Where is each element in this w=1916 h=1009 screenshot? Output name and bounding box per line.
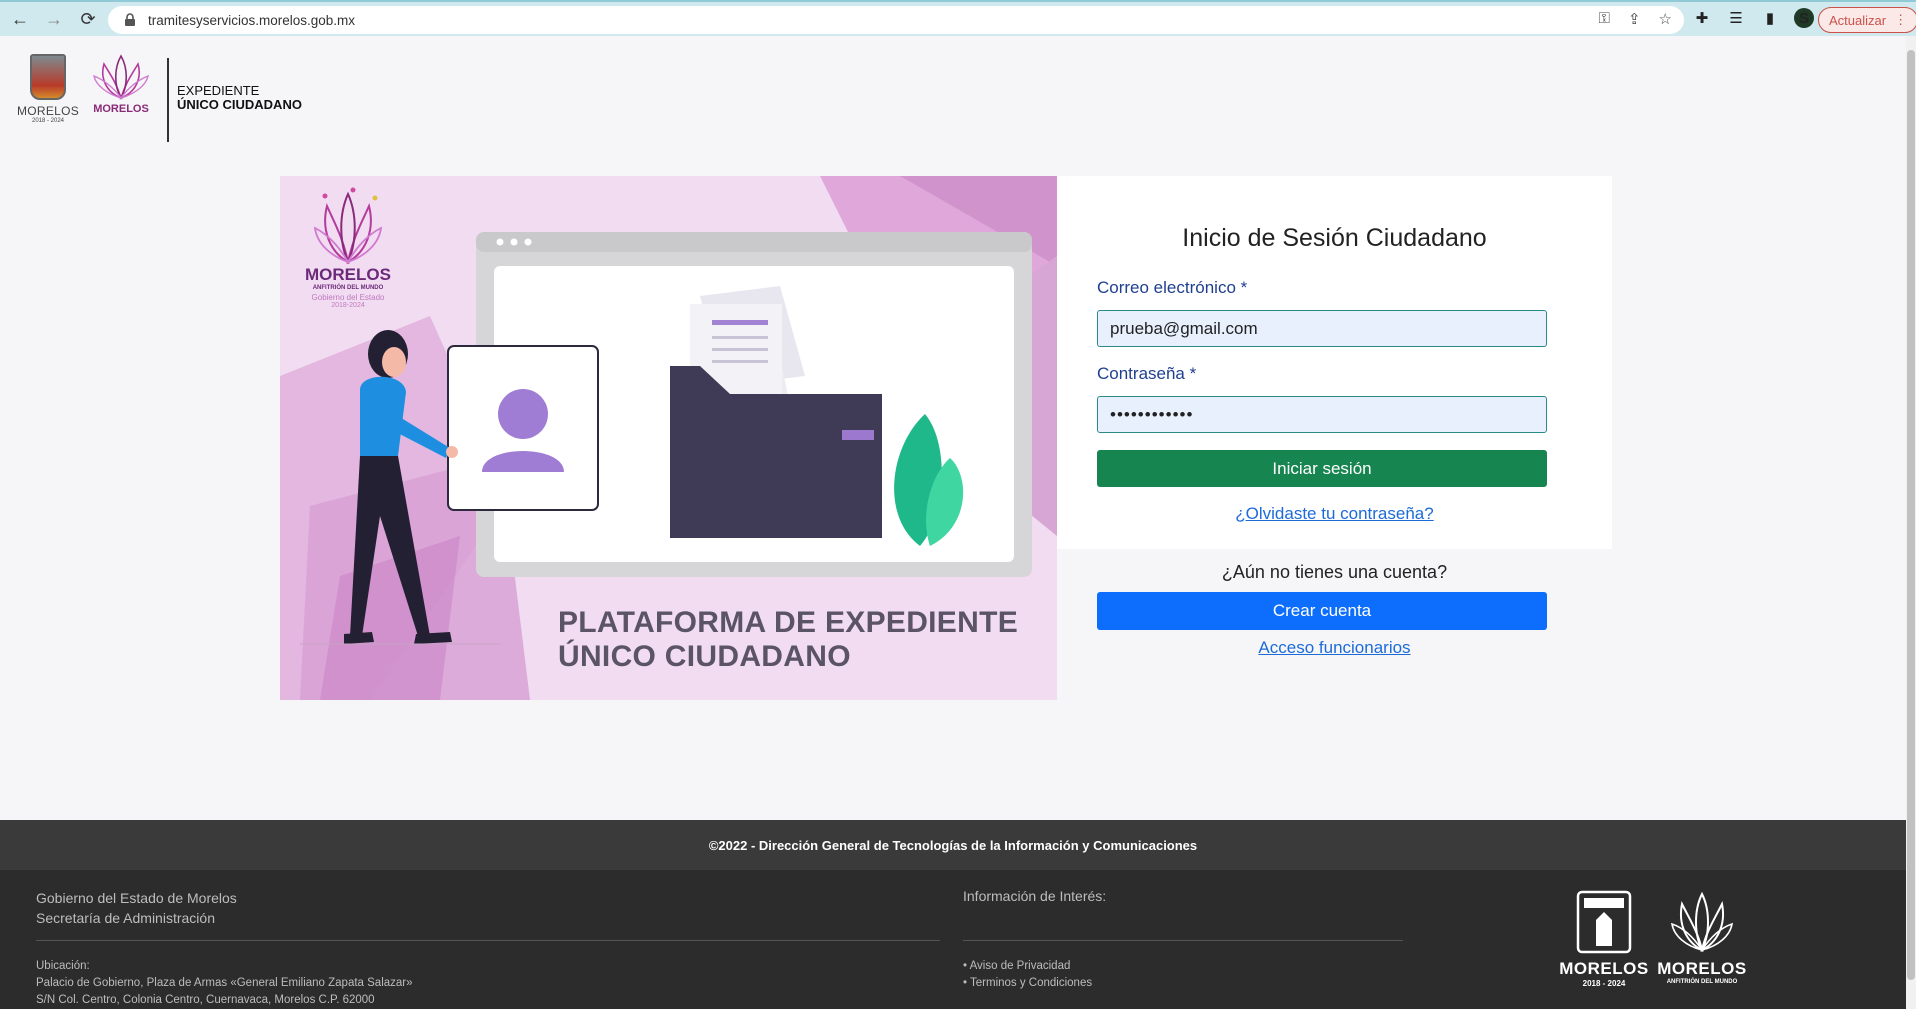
copyright-text: ©2022 - Dirección General de Tecnologías… (708, 837, 1198, 853)
login-title: Inicio de Sesión Ciudadano (1182, 224, 1487, 252)
footer-org: Gobierno del Estado de Morelos Secretarí… (36, 888, 237, 928)
state-logo-years: 2018 - 2024 (31, 118, 65, 124)
location-line2: S/N Col. Centro, Colonia Centro, Cuernav… (36, 994, 375, 1006)
morelos-flower-logo: MORELOS (92, 52, 150, 115)
flower-logo-name: MORELOS (93, 103, 149, 115)
state-shield-icon (30, 54, 66, 100)
footer-divider-right (963, 940, 1403, 941)
bookmark-star-icon[interactable]: ☆ (1659, 10, 1672, 28)
location-line1: Palacio de Gobierno, Plaza de Armas «Gen… (36, 977, 413, 989)
address-bar[interactable]: tramitesyservicios.morelos.gob.mx ⚿ ⇪ ☆ (108, 6, 1684, 34)
illustration-logo-name: MORELOS (305, 265, 391, 284)
footer-org-line2: Secretaría de Administración (36, 910, 215, 926)
header-title: EXPEDIENTE ÚNICO CIUDADANO (177, 84, 302, 112)
footer-location: Ubicación: Palacio de Gobierno, Plaza de… (36, 958, 413, 1009)
terms-link[interactable]: • Terminos y Condiciones (963, 975, 1092, 992)
illustration-logo-tagline: ANFITRIÓN DEL MUNDO (312, 285, 384, 291)
reload-icon[interactable]: ⟳ (74, 5, 102, 33)
footer-logo2-tagline: ANFITRIÓN DEL MUNDO (1666, 979, 1738, 985)
footer-info-title: Información de Interés: (963, 888, 1107, 904)
password-label: Contraseña * (1097, 364, 1197, 383)
illustration-panel: MORELOS ANFITRIÓN DEL MUNDO Gobierno del… (280, 176, 1057, 700)
url-text: tramitesyservicios.morelos.gob.mx (148, 12, 356, 28)
footer-copyright-bar: ©2022 - Dirección General de Tecnologías… (0, 820, 1906, 870)
headline-line1: PLATAFORMA DE EXPEDIENTE (558, 606, 1018, 639)
footer-logo1-name: MORELOS (1559, 959, 1649, 978)
footer-divider-left (36, 940, 940, 941)
extensions-puzzle-icon[interactable]: ✚ (1692, 8, 1712, 28)
footer-flower-logo: MORELOS ANFITRIÓN DEL MUNDO (1657, 890, 1747, 985)
header-title-line1: EXPEDIENTE (177, 83, 260, 98)
illustration-logo-gov: Gobierno del Estado (311, 293, 385, 302)
footer-org-line1: Gobierno del Estado de Morelos (36, 890, 237, 906)
lotus-icon (313, 187, 383, 265)
forward-icon[interactable]: → (40, 5, 68, 33)
login-button[interactable]: Iniciar sesión (1097, 450, 1547, 487)
location-title: Ubicación: (36, 960, 90, 972)
state-logo-name: MORELOS (16, 104, 80, 118)
login-card: Inicio de Sesión Ciudadano Correo electr… (1057, 176, 1612, 549)
back-icon[interactable]: ← (6, 5, 34, 33)
browser-toolbar: ← → ⟳ tramitesyservicios.morelos.gob.mx … (0, 0, 1916, 36)
update-button[interactable]: Actualizar ⋮ (1818, 7, 1916, 33)
email-field[interactable]: prueba@gmail.com (1097, 310, 1547, 347)
footer: Gobierno del Estado de Morelos Secretarí… (0, 870, 1906, 1009)
more-menu-icon: ⋮ (1894, 12, 1908, 27)
header-divider (167, 58, 169, 142)
footer-state-logo: MORELOS 2018 - 2024 (1554, 890, 1654, 988)
privacy-notice-link[interactable]: • Aviso de Privacidad (963, 958, 1092, 975)
illustration-headline: PLATAFORMA DE EXPEDIENTE ÚNICO CIUDADANO (558, 606, 1018, 674)
state-shield-icon (1576, 890, 1632, 954)
footer-links: • Aviso de Privacidad • Terminos y Condi… (963, 958, 1092, 992)
no-account-prompt: ¿Aún no tienes una cuenta? (1221, 562, 1448, 582)
illustration-logo: MORELOS ANFITRIÓN DEL MUNDO Gobierno del… (298, 186, 398, 309)
scrollbar-thumb[interactable] (1907, 50, 1915, 980)
reading-list-icon[interactable]: ☰ (1726, 8, 1746, 28)
illustration-logo-years: 2018-2024 (331, 302, 365, 309)
create-account-button[interactable]: Crear cuenta (1097, 592, 1547, 630)
header-title-line2: ÚNICO CIUDADANO (177, 97, 302, 112)
forgot-password-link[interactable]: ¿Olvidaste tu contraseña? (1235, 504, 1433, 523)
share-icon[interactable]: ⇪ (1628, 10, 1641, 28)
update-button-label: Actualizar (1829, 12, 1887, 28)
lock-icon (125, 13, 135, 26)
password-field[interactable]: •••••••••••• (1097, 396, 1547, 433)
officials-access-link[interactable]: Acceso funcionarios (1258, 638, 1410, 657)
lotus-icon (1670, 891, 1734, 953)
email-label: Correo electrónico * (1097, 278, 1248, 297)
footer-logo2-name: MORELOS (1657, 959, 1747, 978)
side-panel-icon[interactable]: ▮ (1760, 8, 1780, 28)
profile-avatar[interactable]: S (1794, 8, 1814, 28)
site-header: MORELOS 2018 - 2024 MORELOS EXPEDIENTE Ú… (0, 36, 1906, 146)
headline-line2: ÚNICO CIUDADANO (558, 640, 851, 673)
lotus-icon (93, 54, 149, 100)
state-logo: MORELOS 2018 - 2024 (16, 54, 80, 124)
key-icon[interactable]: ⚿ (1599, 10, 1610, 28)
footer-logo1-years: 2018 - 2024 (1582, 979, 1626, 988)
